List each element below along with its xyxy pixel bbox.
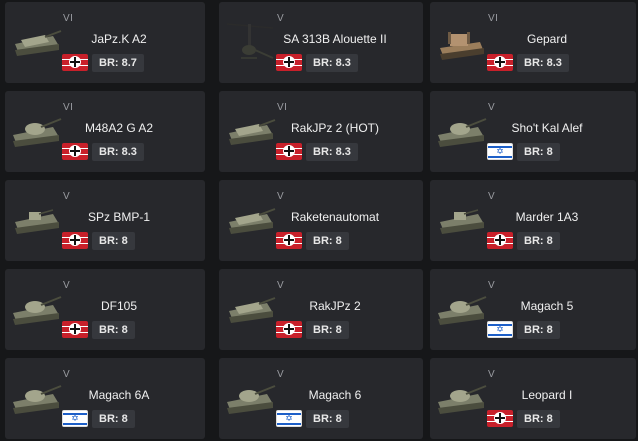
battle-rating-badge: BR: 8 <box>306 410 349 428</box>
vehicle-name: Magach 6A <box>88 388 150 402</box>
germany-flag-icon <box>487 54 513 71</box>
germany-flag-icon <box>487 410 513 427</box>
vehicle-card[interactable]: V Sho't Kal Alef ✡ BR: 8 <box>430 91 636 172</box>
germany-flag-icon <box>276 232 302 249</box>
vehicle-name: Leopard I <box>521 388 573 402</box>
vehicle-card[interactable]: V RakJPz 2 BR: 8 <box>219 269 423 350</box>
vehicle-name: M48A2 G A2 <box>84 121 154 135</box>
vehicle-card[interactable]: V Leopard I BR: 8 <box>430 358 636 439</box>
vehicle-name: Sho't Kal Alef <box>511 121 583 135</box>
vehicle-card[interactable]: V Magach 5 ✡ BR: 8 <box>430 269 636 350</box>
battle-rating-badge: BR: 8.3 <box>517 54 569 72</box>
vehicle-name: JaPz.K A2 <box>91 32 147 46</box>
vehicle-name: Raketenautomat <box>290 210 380 224</box>
vehicle-rank: V <box>63 369 71 380</box>
battle-rating-badge: BR: 8.3 <box>306 143 358 161</box>
israel-flag-icon: ✡ <box>276 410 302 427</box>
vehicle-rank: V <box>277 280 285 291</box>
vehicle-rank: V <box>63 280 71 291</box>
vehicle-rank: V <box>277 191 285 202</box>
battle-rating-badge: BR: 8 <box>92 410 135 428</box>
vehicle-name: Magach 6 <box>308 388 362 402</box>
vehicle-rank: V <box>488 191 496 202</box>
vehicle-rank: V <box>488 369 496 380</box>
israel-flag-icon: ✡ <box>62 410 88 427</box>
battle-rating-badge: BR: 8.3 <box>306 54 358 72</box>
battle-rating-badge: BR: 8 <box>517 232 560 250</box>
vehicle-card[interactable]: V Magach 6A ✡ BR: 8 <box>5 358 205 439</box>
vehicle-name: Marder 1A3 <box>515 210 579 224</box>
germany-flag-icon <box>276 143 302 160</box>
israel-flag-icon: ✡ <box>487 321 513 338</box>
vehicle-name: SA 313B Alouette II <box>283 32 387 46</box>
vehicle-rank: V <box>277 13 285 24</box>
germany-flag-icon <box>62 232 88 249</box>
battle-rating-badge: BR: 8 <box>306 321 349 339</box>
vehicle-name: RakJPz 2 (HOT) <box>290 121 379 135</box>
battle-rating-badge: BR: 8 <box>517 410 560 428</box>
vehicle-rank: V <box>488 280 496 291</box>
vehicle-card[interactable]: VI M48A2 G A2 BR: 8.3 <box>5 91 205 172</box>
vehicle-name: RakJPz 2 <box>309 299 361 313</box>
vehicle-card[interactable]: V Raketenautomat BR: 8 <box>219 180 423 261</box>
vehicle-rank: V <box>277 369 285 380</box>
battle-rating-badge: BR: 8 <box>517 321 560 339</box>
germany-flag-icon <box>276 54 302 71</box>
vehicle-rank: VI <box>63 13 74 24</box>
vehicle-rank: VI <box>63 102 74 113</box>
battle-rating-badge: BR: 8.7 <box>92 54 144 72</box>
germany-flag-icon <box>487 232 513 249</box>
vehicle-rank: V <box>488 102 496 113</box>
vehicle-name: DF105 <box>100 299 138 313</box>
germany-flag-icon <box>62 143 88 160</box>
vehicle-name: SPz BMP-1 <box>87 210 150 224</box>
germany-flag-icon <box>276 321 302 338</box>
israel-flag-icon: ✡ <box>487 143 513 160</box>
vehicle-card[interactable]: V SPz BMP-1 BR: 8 <box>5 180 205 261</box>
vehicle-card[interactable]: V SA 313B Alouette II BR: 8.3 <box>219 2 423 83</box>
battle-rating-badge: BR: 8 <box>92 321 135 339</box>
vehicle-card[interactable]: V DF105 BR: 8 <box>5 269 205 350</box>
vehicle-rank: V <box>63 191 71 202</box>
vehicle-card[interactable]: V Magach 6 ✡ BR: 8 <box>219 358 423 439</box>
battle-rating-badge: BR: 8 <box>92 232 135 250</box>
germany-flag-icon <box>62 54 88 71</box>
germany-flag-icon <box>62 321 88 338</box>
vehicle-rank: VI <box>277 102 288 113</box>
vehicle-card[interactable]: VI RakJPz 2 (HOT) BR: 8.3 <box>219 91 423 172</box>
battle-rating-badge: BR: 8 <box>306 232 349 250</box>
vehicle-card[interactable]: V Marder 1A3 BR: 8 <box>430 180 636 261</box>
vehicle-rank: VI <box>488 13 499 24</box>
battle-rating-badge: BR: 8.3 <box>92 143 144 161</box>
battle-rating-badge: BR: 8 <box>517 143 560 161</box>
vehicle-card[interactable]: VI JaPz.K A2 BR: 8.7 <box>5 2 205 83</box>
vehicle-card[interactable]: VI Gepard BR: 8.3 <box>430 2 636 83</box>
vehicle-grid: VI JaPz.K A2 BR: 8.7 V SA 313B Alouette II B… <box>0 0 638 441</box>
vehicle-name: Magach 5 <box>520 299 574 313</box>
vehicle-name: Gepard <box>526 32 568 46</box>
